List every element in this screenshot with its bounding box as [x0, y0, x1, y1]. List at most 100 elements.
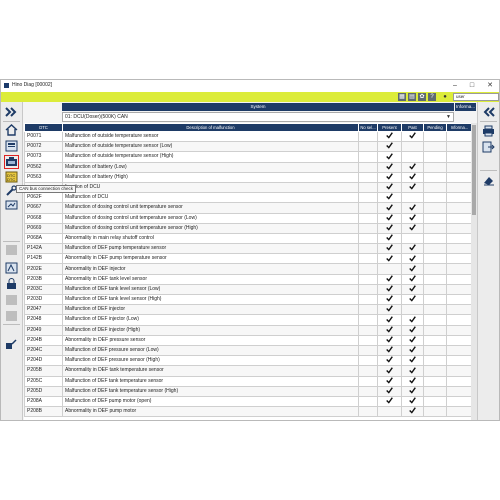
present-cell	[377, 192, 402, 204]
no-select-cell	[358, 395, 378, 408]
no-select-cell	[358, 263, 378, 275]
pending-cell	[423, 314, 447, 326]
information-cell	[446, 263, 473, 275]
check-icon	[386, 234, 393, 241]
disabled-tool-1-icon[interactable]	[4, 243, 19, 257]
table-row[interactable]: P203B Abnormality in DEF tank level senso…	[24, 273, 473, 285]
table-row[interactable]: P205B Abnormality in DEF tank temperature…	[24, 365, 473, 377]
dtc-code-cell: P205D	[24, 385, 63, 397]
collapse-menu-icon[interactable]	[481, 105, 496, 119]
settings-icon[interactable]: ✿	[418, 93, 426, 101]
table-row[interactable]: P0073 Malfunction of outside temperature …	[24, 151, 473, 163]
maximize-icon[interactable]: □	[464, 80, 480, 92]
check-icon	[409, 264, 416, 272]
pending-cell	[423, 375, 447, 387]
table-row[interactable]: P142B Abnormality in DEF pump temperature…	[24, 253, 473, 265]
check-icon	[409, 254, 416, 262]
lock-icon[interactable]	[4, 277, 19, 291]
col-no-select[interactable]: No sel...	[358, 123, 378, 132]
dtc-read-icon[interactable]	[4, 155, 19, 169]
scrollbar-thumb[interactable]	[472, 125, 476, 215]
connection-icon[interactable]	[4, 337, 19, 351]
table-row[interactable]: function of DCU	[24, 181, 473, 194]
dtc-code-cell: P203C	[24, 283, 63, 296]
chevron-down-icon[interactable]: ▼	[446, 113, 451, 121]
table-row[interactable]: P0071 Malfunction of outside temperature …	[24, 130, 473, 143]
check-icon	[409, 346, 416, 353]
pending-cell	[423, 151, 447, 163]
information-cell	[446, 141, 473, 153]
table-row[interactable]: P0072 Malfunction of outside temperature …	[24, 141, 473, 153]
grid-view-icon[interactable]: ▦	[398, 93, 406, 101]
active-test-icon[interactable]	[4, 261, 19, 275]
pending-cell	[423, 141, 447, 153]
table-row[interactable]: P203C Malfunction of DEF tank level senso…	[24, 283, 473, 296]
minimize-icon[interactable]: –	[447, 80, 463, 92]
print-icon[interactable]	[481, 124, 496, 138]
disabled-tool-2-icon[interactable]	[4, 293, 19, 307]
table-row[interactable]: P0667 Malfunction of dosing control unit …	[24, 202, 473, 214]
information-cell	[446, 171, 473, 183]
table-row[interactable]: P203D Malfunction of DEF tank level senso…	[24, 293, 473, 306]
table-row[interactable]: P2049 Malfunction of DEF injector (High)	[24, 324, 473, 336]
system-select[interactable]: 01: DCU(Doser)(500K) CAN ▼	[62, 112, 454, 122]
expand-menu-icon[interactable]	[4, 105, 19, 119]
erase-icon[interactable]	[481, 173, 496, 187]
col-description[interactable]: Description of malfunction	[62, 123, 359, 132]
table-row[interactable]: P0668 Malfunction of dosing control unit …	[24, 212, 473, 224]
no-select-cell	[358, 304, 378, 316]
table-row[interactable]: P062F Malfunction of DCU	[24, 192, 473, 204]
svg-text:DTC: DTC	[7, 177, 15, 182]
table-row[interactable]: P204B Abnormality in DEF pressure sensor	[24, 334, 473, 346]
past-cell	[401, 151, 424, 163]
check-icon	[409, 326, 416, 333]
pending-cell	[423, 253, 447, 265]
table-row[interactable]: P204D Malfunction of DEF pressure sensor …	[24, 355, 473, 367]
past-cell	[401, 171, 424, 183]
col-present[interactable]: Present	[377, 123, 402, 132]
home-icon[interactable]	[4, 123, 19, 137]
table-row[interactable]: P208B Abnormality in DEF pump motor	[24, 406, 473, 418]
col-information[interactable]: Informa...	[446, 123, 473, 132]
table-row[interactable]: P142A Malfunction of DEF pump temperature…	[24, 243, 473, 255]
table-row[interactable]: P208A Malfunction of DEF pump motor (open…	[24, 395, 473, 408]
dtc-description-cell: Malfunction of DEF pressure sensor (Low)	[62, 344, 359, 357]
table-row[interactable]: P2048 Malfunction of DEF injector (Low)	[24, 314, 473, 326]
check-icon	[386, 285, 393, 292]
pending-cell	[423, 293, 447, 306]
monitor-icon[interactable]	[4, 199, 19, 213]
check-icon	[409, 315, 416, 323]
dtc-code-cell: P0669	[24, 222, 63, 234]
present-cell	[377, 283, 402, 296]
user-field[interactable]: user	[453, 93, 499, 101]
table-row[interactable]: P205D Malfunction of DEF tank temperature…	[24, 385, 473, 397]
menu-bar: ▦ ▤ ✿ ? ● user	[1, 92, 499, 102]
vehicle-info-icon[interactable]	[4, 139, 19, 153]
table-row[interactable]: P0563 Malfunction of battery (High)	[24, 171, 473, 183]
close-icon[interactable]: ✕	[482, 80, 498, 92]
information-cell	[446, 385, 473, 397]
table-row[interactable]: P068A Abnormality in main relay shutoff c…	[24, 232, 473, 245]
disabled-tool-3-icon[interactable]	[4, 309, 19, 323]
table-row[interactable]: P0562 Malfunction of battery (Low)	[24, 161, 473, 173]
dtc-code-cell: P204C	[24, 344, 63, 357]
col-dtc[interactable]: DTC	[24, 123, 63, 132]
col-past[interactable]: Past	[401, 123, 424, 132]
help-icon[interactable]: ?	[428, 93, 436, 101]
clear-dtc-icon[interactable]	[481, 140, 496, 154]
pending-cell	[423, 324, 447, 336]
check-icon	[386, 163, 393, 170]
table-row[interactable]: P2047 Malfunction of DEF injector	[24, 304, 473, 316]
col-pending[interactable]: Pending	[423, 123, 447, 132]
table-row[interactable]: P205C Malfunction of DEF tank temperature…	[24, 375, 473, 387]
past-cell	[401, 365, 424, 377]
table-row[interactable]: P0669 Malfunction of dosing control unit …	[24, 222, 473, 234]
dtc-description-cell: Malfunction of DEF pump temperature sens…	[62, 243, 359, 255]
table-row[interactable]: P204C Malfunction of DEF pressure sensor …	[24, 344, 473, 357]
table-row[interactable]: P202E Abnormality in DEF injector	[24, 263, 473, 275]
layout-icon[interactable]: ▤	[408, 93, 416, 101]
pending-cell	[423, 395, 447, 408]
window-title: Hino Diag [00002]	[12, 82, 53, 88]
dtc-data-icon[interactable]: DTC DTC	[4, 170, 19, 184]
dtc-code-cell: P2048	[24, 314, 63, 326]
